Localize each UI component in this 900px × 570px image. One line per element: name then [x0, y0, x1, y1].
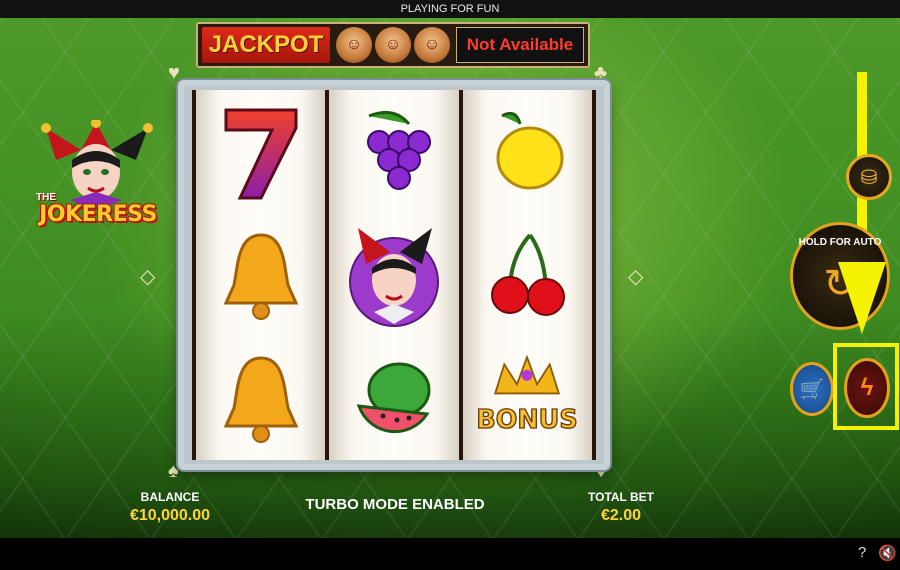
ornament-diamond-icon: ◇	[140, 266, 156, 288]
jackpot-tokens: ☺ ☺ ☺	[334, 27, 452, 63]
autoplay-label: HOLD FOR AUTO	[798, 237, 882, 248]
grapes-symbol	[344, 97, 444, 207]
annotation-highlight-box	[833, 343, 899, 430]
bonus-symbol: BONUS	[477, 343, 577, 453]
logo-title: JOKERESS	[39, 202, 157, 227]
reel-2	[329, 90, 459, 460]
game-logo: THE JOKERESS	[26, 118, 166, 248]
jokeress-face-icon: ☺	[375, 27, 411, 63]
balance-value: €10,000.00	[129, 507, 211, 524]
lemon-symbol	[477, 97, 577, 207]
play-mode-banner: PLAYING FOR FUN	[0, 0, 900, 18]
jackpot-status: Not Available	[456, 27, 584, 63]
seven-symbol	[211, 97, 311, 207]
bell-symbol	[211, 343, 311, 453]
play-mode-text: PLAYING FOR FUN	[400, 3, 500, 15]
reel-grid: BONUS	[192, 90, 596, 460]
reel-1	[196, 90, 326, 460]
help-icon[interactable]: ?	[858, 544, 866, 561]
jokeress-face-icon: ☺	[336, 27, 372, 63]
coin-stack-icon: ⛁	[860, 166, 878, 189]
balance-display: BALANCE €10,000.00	[120, 490, 220, 525]
cherries-symbol	[477, 220, 577, 330]
turbo-mode-message: TURBO MODE ENABLED	[305, 496, 485, 513]
annotation-arrow-head	[838, 262, 886, 334]
jackpot-label: JACKPOT	[202, 27, 330, 63]
reel-3: BONUS	[462, 90, 592, 460]
shopping-cart-icon: 🛒	[799, 378, 825, 401]
jokeress-face-icon: ☺	[414, 27, 450, 63]
jackpot-panel: JACKPOT ☺ ☺ ☺ Not Available	[196, 22, 590, 68]
sound-muted-icon[interactable]: 🔇	[878, 544, 897, 562]
ornament-diamond-icon: ◇	[628, 266, 644, 288]
balance-label: BALANCE	[140, 490, 200, 504]
total-bet-value: €2.00	[600, 507, 642, 524]
total-bet-label: TOTAL BET	[588, 490, 654, 504]
watermelon-symbol	[344, 343, 444, 453]
jokeress-wild-symbol	[344, 220, 444, 330]
buy-feature-button[interactable]: 🛒	[790, 362, 834, 416]
total-bet-display[interactable]: TOTAL BET €2.00	[574, 490, 668, 525]
bet-settings-button[interactable]: ⛁	[846, 154, 892, 200]
bottom-toolbar: ? 🔇	[0, 538, 900, 570]
bonus-text: BONUS	[477, 405, 577, 435]
status-bar: BALANCE €10,000.00 TURBO MODE ENABLED TO…	[0, 478, 900, 538]
bell-symbol	[211, 220, 311, 330]
